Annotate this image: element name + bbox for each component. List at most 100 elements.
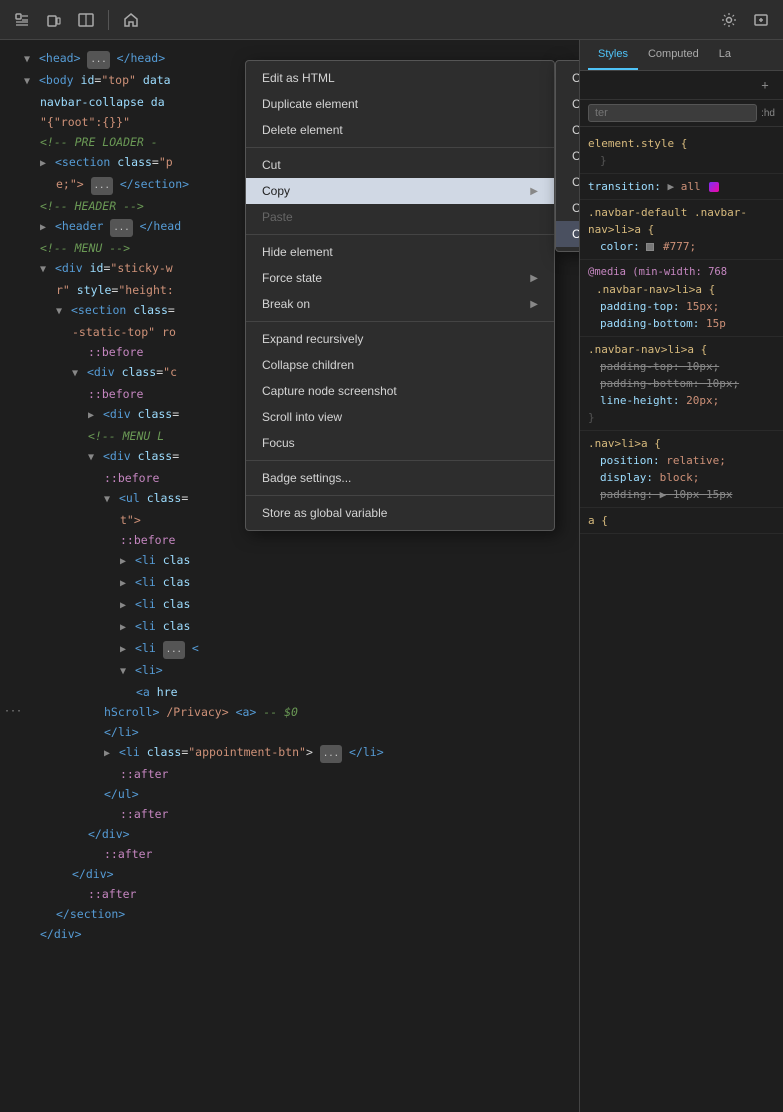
menu-item-badge[interactable]: Badge settings... <box>246 465 554 491</box>
ellipsis-btn[interactable]: ... <box>163 641 185 659</box>
menu-item-store-global[interactable]: Store as global variable <box>246 500 554 526</box>
expand-icon[interactable] <box>120 578 126 589</box>
css-line: padding-bottom: 10px; <box>588 375 775 392</box>
device-icon[interactable] <box>40 6 68 34</box>
new-tab-icon[interactable] <box>747 6 775 34</box>
dom-line: <li clas <box>0 572 579 594</box>
menu-item-break-on[interactable]: Break on ▶ <box>246 291 554 317</box>
ellipsis-btn[interactable]: ... <box>91 177 113 195</box>
tab-styles[interactable]: Styles <box>588 40 638 70</box>
menu-item-edit-html[interactable]: Edit as HTML <box>246 65 554 91</box>
menu-item-label: Break on <box>262 297 310 311</box>
menu-item-expand[interactable]: Expand recursively <box>246 326 554 352</box>
menu-item-copy[interactable]: Copy ▶ <box>246 178 554 204</box>
submenu-item-label: Copy XPath <box>572 201 580 215</box>
menu-separator <box>246 234 554 235</box>
css-line: padding-bottom: 15p <box>588 315 775 332</box>
three-dots-icon: ··· <box>4 703 22 721</box>
expand-icon[interactable] <box>104 748 110 759</box>
css-line: padding-top: 15px; <box>588 298 775 315</box>
menu-item-collapse[interactable]: Collapse children <box>246 352 554 378</box>
styles-tabs: Styles Computed La <box>580 40 783 71</box>
ellipsis-btn[interactable]: ... <box>87 51 109 69</box>
expand-icon[interactable] <box>120 600 126 611</box>
ellipsis-btn[interactable]: ... <box>110 219 132 237</box>
tab-computed[interactable]: Computed <box>638 40 709 70</box>
ellipsis-btn[interactable]: ... <box>320 745 342 763</box>
expand-icon[interactable] <box>88 452 94 463</box>
css-line: color: #777; <box>588 238 775 255</box>
dom-line: <li clas <box>0 616 579 638</box>
menu-item-delete[interactable]: Delete element <box>246 117 554 143</box>
menu-item-cut[interactable]: Cut <box>246 152 554 178</box>
menu-item-capture[interactable]: Capture node screenshot <box>246 378 554 404</box>
home-icon[interactable] <box>117 6 145 34</box>
dom-line: </div> <box>0 864 579 884</box>
expand-icon[interactable] <box>120 622 126 633</box>
submenu-item-copy-styles[interactable]: Copy styles <box>556 169 580 195</box>
expand-icon[interactable] <box>72 368 78 379</box>
menu-item-label: Badge settings... <box>262 471 351 485</box>
aurora-badge <box>709 182 719 192</box>
css-rule-navbar-nav: .navbar-nav>li>a { padding-top: 10px; pa… <box>580 337 783 431</box>
inspect-icon[interactable] <box>8 6 36 34</box>
menu-item-duplicate[interactable]: Duplicate element <box>246 91 554 117</box>
css-rule-transition: transition: ▶ all <box>580 174 783 200</box>
styles-new-rule-icon[interactable]: + <box>755 75 775 95</box>
expand-icon[interactable] <box>56 306 62 317</box>
tab-layout[interactable]: La <box>709 40 741 70</box>
menu-item-label: Store as global variable <box>262 506 387 520</box>
expand-icon[interactable] <box>120 644 126 655</box>
css-rule-a: a { <box>580 508 783 534</box>
expand-icon[interactable] <box>24 76 30 87</box>
dom-line: <li clas <box>0 550 579 572</box>
expand-icon[interactable] <box>104 494 110 505</box>
css-selector: .navbar-default .navbar-nav>li>a { <box>588 204 775 238</box>
submenu-item-copy-element[interactable]: Copy element <box>556 65 580 91</box>
menu-item-label: Cut <box>262 158 281 172</box>
css-rule-close: } <box>588 409 775 426</box>
filter-row: :hd <box>580 100 783 127</box>
submenu-arrow-icon: ▶ <box>530 299 538 310</box>
css-line: padding: ▶ 10px 15px <box>588 486 775 503</box>
copy-submenu[interactable]: Copy element Copy outerHTML Copy selecto… <box>555 60 580 252</box>
expand-icon[interactable] <box>40 222 46 233</box>
menu-item-scroll[interactable]: Scroll into view <box>246 404 554 430</box>
expand-icon[interactable] <box>120 666 126 677</box>
dom-line: </div> <box>0 824 579 844</box>
css-rule-media: @media (min-width: 768 .navbar-nav>li>a … <box>580 260 783 337</box>
dom-line: <li class="appointment-btn"> ... </li> <box>0 742 579 764</box>
menu-item-hide[interactable]: Hide element <box>246 239 554 265</box>
css-selector: element.style { <box>588 135 775 152</box>
settings-icon[interactable] <box>715 6 743 34</box>
submenu-item-copy-xpath[interactable]: Copy XPath <box>556 195 580 221</box>
submenu-item-copy-outerhtml[interactable]: Copy outerHTML <box>556 91 580 117</box>
submenu-item-copy-jspath[interactable]: Copy JS path <box>556 143 580 169</box>
css-rule-navbar-default: .navbar-default .navbar-nav>li>a { color… <box>580 200 783 260</box>
expand-icon[interactable] <box>40 158 46 169</box>
submenu-item-copy-selector[interactable]: Copy selector <box>556 117 580 143</box>
menu-item-label: Hide element <box>262 245 333 259</box>
dom-line: </li> <box>0 722 579 742</box>
dom-pseudo: ::after <box>0 764 579 784</box>
menu-item-focus[interactable]: Focus <box>246 430 554 456</box>
pseudo-class-label: :hd <box>761 108 775 119</box>
menu-item-label: Collapse children <box>262 358 354 372</box>
dom-line: <li> <box>0 660 579 682</box>
menu-item-label: Edit as HTML <box>262 71 335 85</box>
css-content: element.style { } transition: ▶ all .nav… <box>580 127 783 1112</box>
dom-line: <li clas <box>0 594 579 616</box>
css-rule-nav: .nav>li>a { position: relative; display:… <box>580 431 783 508</box>
submenu-item-copy-fullxpath[interactable]: Copy full XPath <box>556 221 580 247</box>
context-menu[interactable]: Edit as HTML Duplicate element Delete el… <box>245 60 555 531</box>
expand-icon[interactable] <box>120 556 126 567</box>
expand-icon[interactable] <box>88 410 94 421</box>
menu-item-force-state[interactable]: Force state ▶ <box>246 265 554 291</box>
tab-label: La <box>719 48 731 60</box>
expand-icon[interactable] <box>40 264 46 275</box>
dock-icon[interactable] <box>72 6 100 34</box>
menu-item-label: Delete element <box>262 123 343 137</box>
menu-item-label: Focus <box>262 436 295 450</box>
expand-icon[interactable] <box>24 54 30 65</box>
filter-input[interactable] <box>588 104 757 122</box>
